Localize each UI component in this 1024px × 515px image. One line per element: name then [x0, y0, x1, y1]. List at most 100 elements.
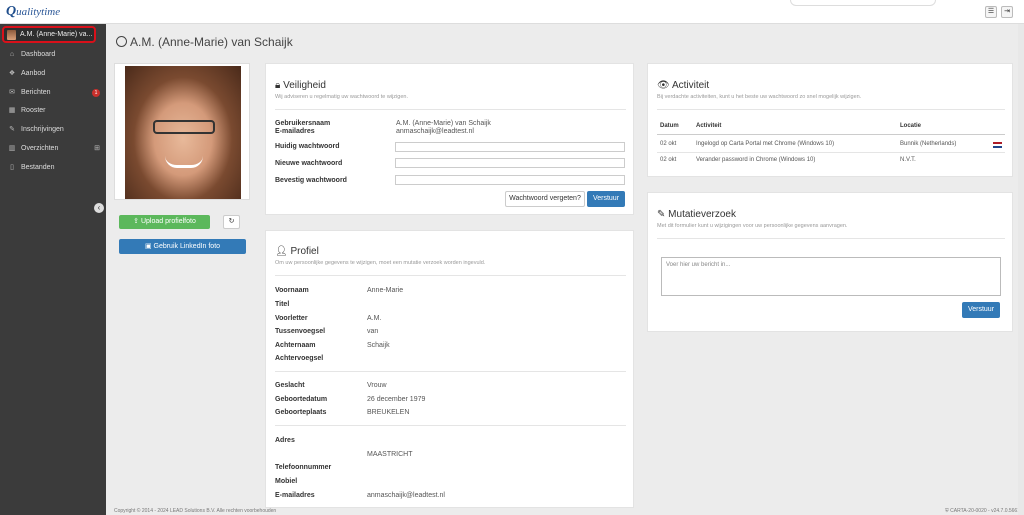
field-label: Geboortedatum — [275, 396, 328, 403]
file-icon: ▯ — [10, 163, 14, 171]
table-header-date: Datum — [660, 123, 679, 129]
profile-title: 👤︎ Profiel — [275, 246, 319, 257]
username-value: A.M. (Anne-Marie) van Schaijk — [396, 120, 491, 127]
eye-icon: 👁︎ — [657, 80, 670, 91]
field-label: E-mailadres — [275, 492, 315, 499]
divider — [657, 152, 1005, 153]
sidebar-item-label: Dashboard — [21, 51, 56, 58]
scrollbar[interactable] — [1018, 24, 1024, 515]
cubes-icon: ❖ — [8, 69, 16, 77]
mutation-message-textarea[interactable]: Voer hier uw bericht in... — [661, 257, 1001, 296]
field-label: Adres — [275, 437, 295, 444]
field-value: MAASTRICHT — [367, 451, 413, 458]
field-value: anmaschaijk@leadtest.nl — [367, 492, 445, 499]
field-value: A.M. — [367, 315, 382, 322]
table-header-activity: Activiteit — [696, 123, 722, 129]
top-bar: Qualitytime ☰ ⇥ — [0, 0, 1024, 24]
security-submit-button[interactable]: Verstuur — [587, 191, 625, 207]
confirm-password-input[interactable] — [395, 175, 625, 185]
lock-icon: 🔒︎ — [275, 80, 281, 91]
forgot-password-button[interactable]: Wachtwoord vergeten? — [505, 191, 585, 207]
profile-subtitle: Om uw persoonlijke gegevens te wijzigen,… — [275, 260, 486, 266]
divider — [657, 109, 1005, 110]
field-label: Voorletter — [275, 315, 308, 322]
profile-photo — [114, 63, 250, 200]
top-search-box[interactable] — [790, 0, 936, 6]
sidebar-user-name: A.M. (Anne-Marie) va... — [20, 31, 93, 38]
sidebar: A.M. (Anne-Marie) va... ⌂ Dashboard ❖ Aanb… — [0, 24, 106, 515]
new-password-label: Nieuwe wachtwoord — [275, 160, 343, 167]
logout-icon[interactable]: ⇥ — [1001, 6, 1013, 18]
version-text: ⛨ CARTA-20-0020 - v24.7.0.5661 — [944, 508, 1020, 514]
table-cell-activity: Verander password in Chrome (Windows 10) — [696, 157, 816, 163]
upload-photo-button[interactable]: ⇪ Upload profielfoto — [119, 215, 210, 229]
confirm-password-label: Bevestig wachtwoord — [275, 177, 347, 184]
sidebar-item-label: Rooster — [21, 107, 46, 115]
field-label: Achternaam — [275, 342, 316, 349]
field-label: Tussenvoegsel — [275, 328, 326, 335]
nl-flag-icon — [993, 142, 1002, 148]
sidebar-item-label: Overzichten — [21, 144, 59, 152]
sidebar-item-inschrijvingen[interactable]: ✎ Inschrijvingen — [0, 121, 106, 140]
pencil-icon: ✎ — [657, 209, 666, 220]
activity-card: 👁︎ Activiteit Bij verdachte activiteiten… — [647, 63, 1013, 177]
shield-icon: ⛨ — [944, 508, 949, 514]
reset-photo-button[interactable]: ↻ — [223, 215, 240, 229]
mutation-submit-button[interactable]: Verstuur — [962, 302, 1000, 318]
sidebar-item-berichten[interactable]: ✉ Berichten 1 — [0, 84, 106, 103]
sidebar-item-label: Aanbod — [21, 69, 46, 77]
security-title: 🔒︎ Veiligheid — [275, 80, 326, 91]
smile-shape — [165, 156, 203, 168]
sidebar-nav: ⌂ Dashboard ❖ Aanbod ✉ Berichten 1 ▦ Rooster … — [0, 46, 106, 178]
divider — [657, 238, 1005, 239]
avatar — [7, 30, 16, 40]
field-value: van — [367, 328, 379, 335]
collapse-sidebar-icon[interactable]: ‹ — [94, 203, 104, 213]
mutation-card: ✎ Mutatieverzoek Met dit formulier kunt … — [647, 192, 1013, 332]
sidebar-item-bestanden[interactable]: ▯ Bestanden — [0, 159, 106, 178]
linkedin-photo-button[interactable]: ▣ Gebruik LinkedIn foto — [119, 239, 246, 254]
current-password-input[interactable] — [395, 142, 625, 152]
refresh-icon: ↻ — [228, 218, 235, 225]
field-label: Geslacht — [275, 382, 305, 389]
table-cell-date: 02 okt — [660, 157, 677, 163]
profile-card: 👤︎ Profiel Om uw persoonlijke gegevens t… — [265, 230, 634, 508]
sidebar-item-label: Berichten — [21, 88, 51, 96]
email-value: anmaschaijk@leadtest.nl — [396, 128, 474, 135]
sidebar-item-dashboard[interactable]: ⌂ Dashboard — [0, 46, 106, 65]
new-password-input[interactable] — [395, 158, 625, 168]
app-logo[interactable]: Qualitytime — [6, 4, 60, 20]
menu-icon[interactable]: ☰ — [985, 6, 997, 18]
calendar-icon: ▦ — [8, 107, 16, 115]
sidebar-item-aanbod[interactable]: ❖ Aanbod — [0, 65, 106, 84]
field-label: Achtervoegsel — [275, 355, 324, 362]
field-value: 26 december 1979 — [367, 396, 426, 403]
username-label: Gebruikersnaam — [275, 120, 331, 127]
mutation-subtitle: Met dit formulier kunt u wijzigingen voo… — [657, 223, 848, 229]
expand-icon[interactable]: ⊞ — [94, 140, 100, 158]
divider — [275, 275, 626, 276]
sidebar-user[interactable]: A.M. (Anne-Marie) va... — [2, 26, 96, 43]
chart-icon: ▥ — [8, 144, 16, 152]
sidebar-item-overzichten[interactable]: ▥ Overzichten ⊞ — [0, 140, 106, 159]
email-label: E-mailadres — [275, 128, 315, 135]
page-title: A.M. (Anne-Marie) van Schaijk — [116, 35, 293, 49]
sidebar-item-rooster[interactable]: ▦ Rooster — [0, 102, 106, 121]
divider — [275, 371, 626, 372]
field-label: Titel — [275, 301, 290, 308]
field-label: Voornaam — [275, 287, 309, 294]
field-value: BREUKELEN — [367, 409, 410, 416]
user-circle-icon — [116, 36, 127, 47]
field-label: Geboorteplaats — [275, 409, 327, 416]
sidebar-item-label: Bestanden — [21, 163, 55, 171]
table-cell-date: 02 okt — [660, 141, 677, 147]
field-value: Schaijk — [367, 342, 390, 349]
current-password-label: Huidig wachtwoord — [275, 143, 340, 150]
divider — [657, 134, 1005, 135]
table-cell-activity: Ingelogd op Carta Portal met Chrome (Win… — [696, 141, 835, 147]
table-header-location: Locatie — [900, 123, 922, 129]
home-icon: ⌂ — [9, 51, 15, 58]
divider — [275, 109, 626, 110]
copyright-text: Copyright © 2014 - 2024 LEAD Solutions B… — [114, 508, 277, 514]
field-label: Mobiel — [275, 478, 298, 485]
